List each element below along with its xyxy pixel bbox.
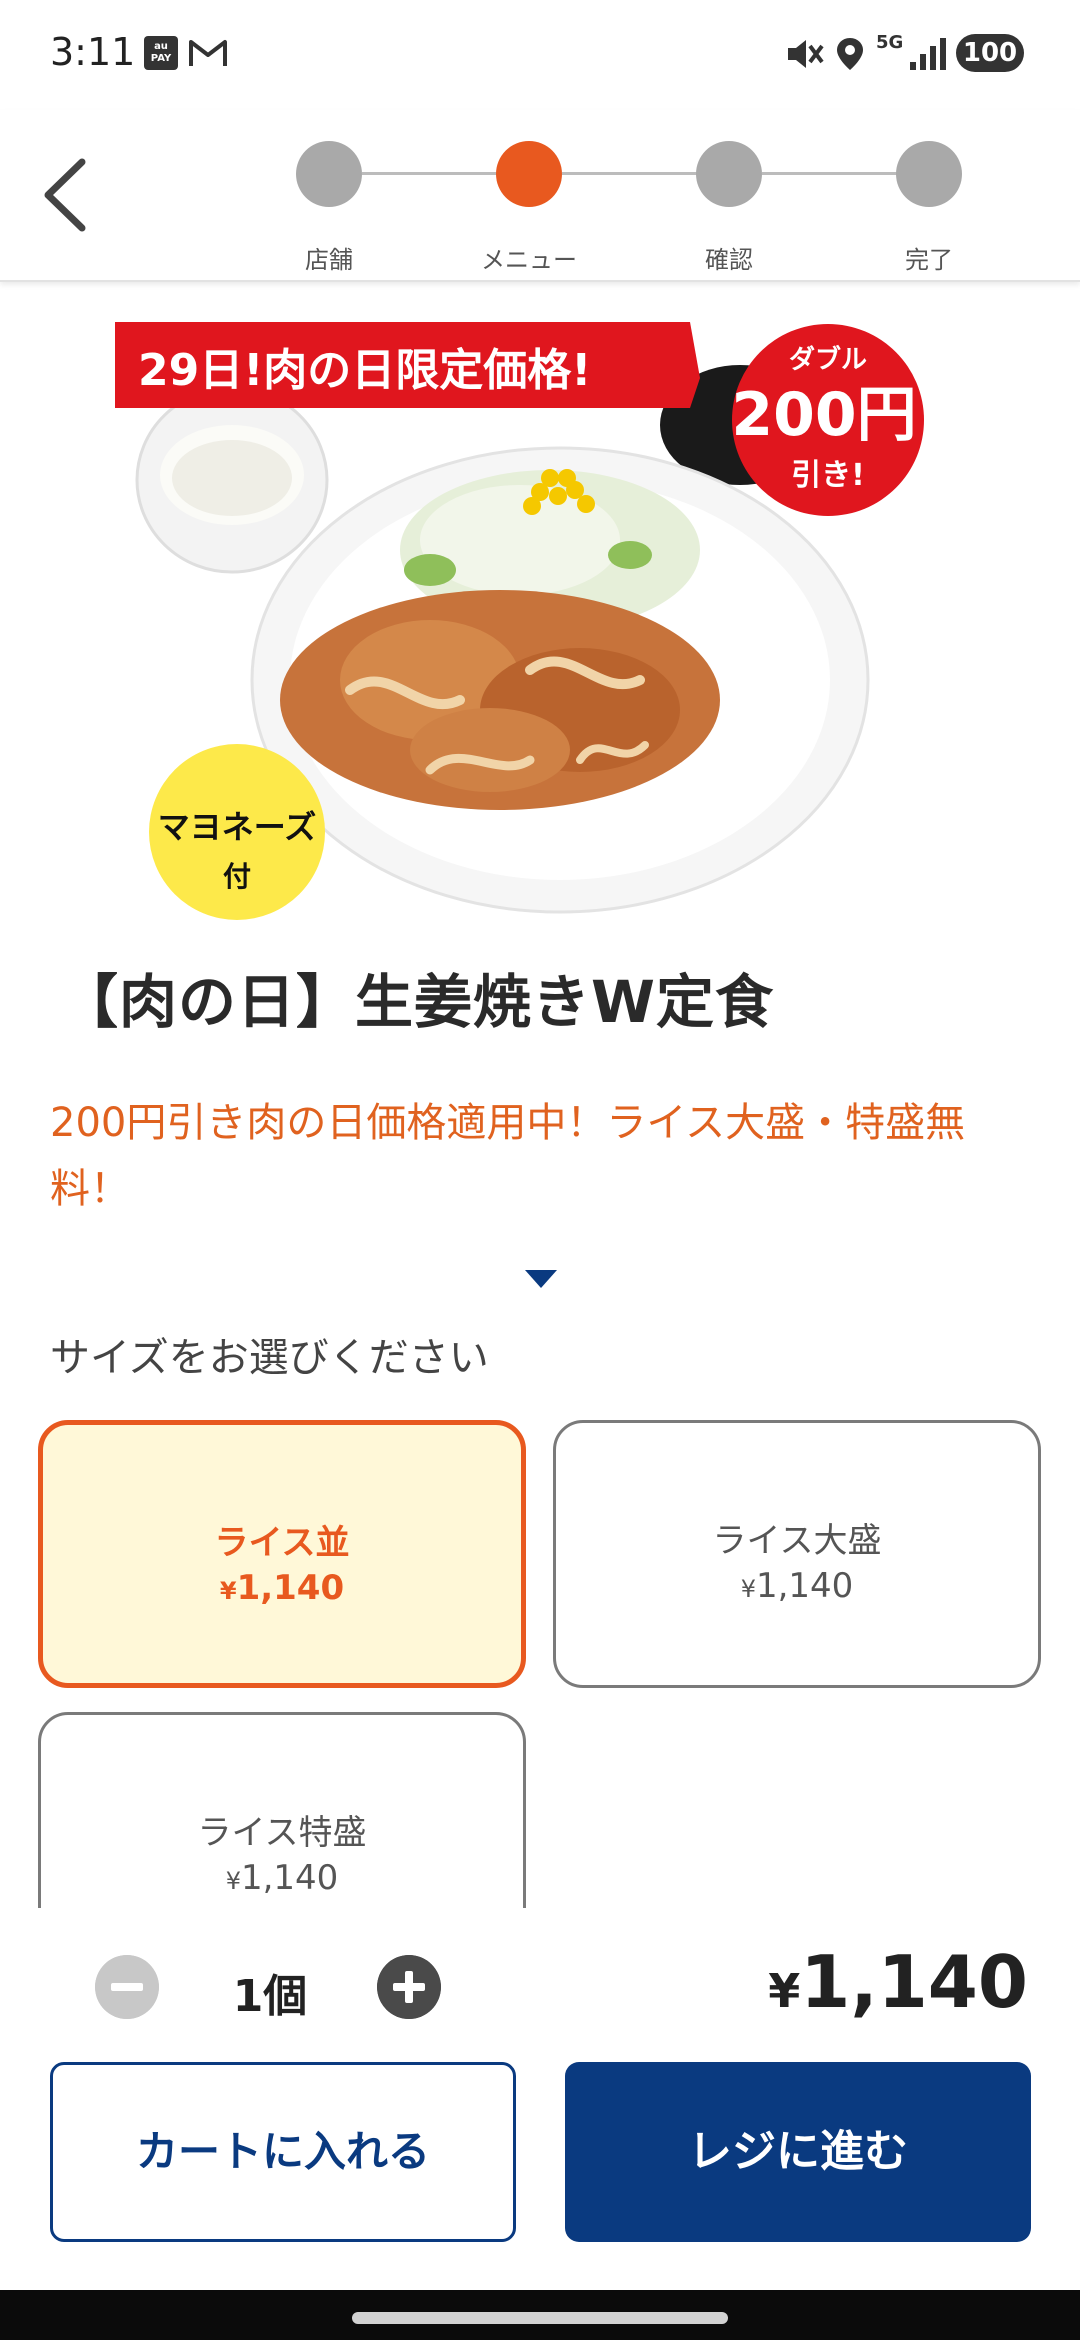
product-title: 【肉の日】生姜焼きW定食	[60, 968, 774, 1036]
size-option-regular[interactable]: ライス並 ¥1,140	[38, 1420, 526, 1688]
step-label-complete: 完了	[905, 246, 953, 274]
stepper-line	[762, 172, 902, 175]
mayo-badge-line2: 付	[223, 860, 251, 893]
step-dot-store	[296, 141, 362, 207]
add-to-cart-button[interactable]: カートに入れる	[50, 2062, 516, 2242]
size-price-value: 1,140	[240, 1858, 339, 1898]
currency-symbol: ¥	[225, 1867, 241, 1895]
product-image: 29日!肉の日限定価格! ダブル 200円 引き! マヨネーズ 付	[115, 322, 924, 920]
size-option-name: ライス特盛	[197, 1813, 367, 1853]
step-label-store: 店舗	[305, 246, 353, 274]
gmail-icon	[189, 40, 227, 66]
size-option-price: ¥1,140	[41, 1858, 523, 1898]
total-currency-symbol: ¥	[768, 1964, 801, 2018]
size-option-name: ライス大盛	[712, 1521, 882, 1561]
network-type: 5G	[876, 32, 904, 53]
stepper-line	[362, 172, 502, 175]
size-option-price: ¥1,140	[556, 1566, 1038, 1606]
currency-symbol: ¥	[219, 1577, 237, 1605]
back-button[interactable]	[30, 150, 100, 240]
size-prompt: サイズをお選びください	[50, 1335, 489, 1381]
step-dot-confirm	[696, 141, 762, 207]
discount-badge-bottom: 引き!	[791, 458, 865, 493]
checkout-button[interactable]: レジに進む	[565, 2062, 1031, 2242]
total-price-value: 1,140	[800, 1940, 1028, 2024]
size-option-large[interactable]: ライス大盛 ¥1,140	[553, 1420, 1041, 1688]
quantity-decrease-button[interactable]	[95, 1955, 159, 2019]
step-label-confirm: 確認	[705, 246, 753, 274]
discount-badge-amount: 200円	[731, 380, 916, 450]
expand-description-arrow-icon[interactable]	[525, 1270, 557, 1288]
quantity-increase-button[interactable]	[377, 1955, 441, 2019]
size-price-value: 1,140	[236, 1568, 345, 1608]
hero-banner-text: 29日!肉の日限定価格!	[138, 345, 591, 396]
promo-text: 200円引き肉の日価格適用中！ライス大盛・特盛無料！	[50, 1100, 966, 1212]
discount-badge-top: ダブル	[789, 344, 867, 375]
vibrate-mute-icon	[788, 40, 824, 68]
step-dot-complete	[896, 141, 962, 207]
battery-badge: 100	[956, 34, 1024, 72]
au-pay-icon: au PAY	[144, 36, 178, 70]
location-icon	[837, 38, 863, 70]
size-price-value: 1,140	[755, 1566, 854, 1606]
size-option-price: ¥1,140	[43, 1568, 521, 1608]
signal-icon	[910, 38, 946, 70]
stepper-line	[562, 172, 702, 175]
quantity-value: 1個	[232, 1971, 308, 2022]
currency-symbol: ¥	[740, 1575, 756, 1603]
app-header: 店舗 メニュー 確認 完了	[0, 110, 1080, 282]
mayo-badge-line1: マヨネーズ	[158, 808, 316, 846]
home-indicator[interactable]	[352, 2312, 728, 2324]
step-dot-menu	[496, 141, 562, 207]
total-price: ¥1,140	[768, 1940, 1028, 2024]
status-time: 3:11	[50, 30, 136, 74]
step-label-menu: メニュー	[481, 246, 577, 274]
size-option-name: ライス並	[214, 1523, 350, 1563]
status-bar: 3:11 au PAY 5G 100	[0, 0, 1080, 110]
